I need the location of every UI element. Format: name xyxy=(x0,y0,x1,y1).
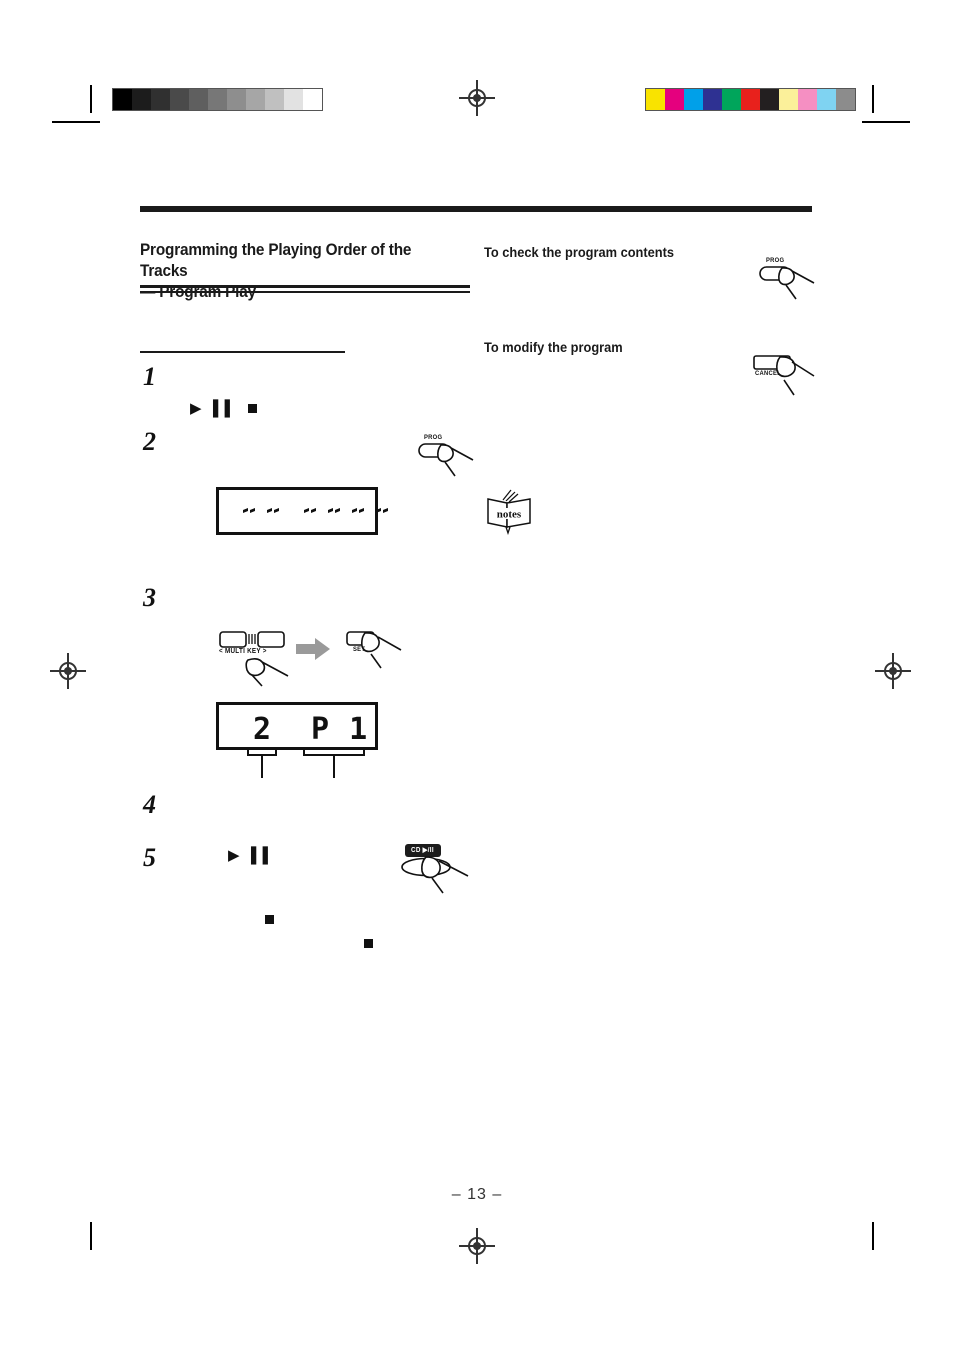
set-button-illustration[interactable]: SET xyxy=(345,630,405,682)
grayscale-swatch-5 xyxy=(208,89,227,110)
subheading-modify-program: To modify the program xyxy=(484,340,623,355)
grayscale-swatch-3 xyxy=(170,89,189,110)
crop-mark-top-left-v xyxy=(90,85,92,113)
color-swatch-3 xyxy=(703,89,722,110)
prog-button-label-step2: PROG xyxy=(424,434,443,441)
registration-target-right xyxy=(875,653,911,689)
grayscale-swatch-10 xyxy=(303,89,322,110)
cancel-button-label: CANCEL xyxy=(755,370,782,377)
lcd-dash-5 xyxy=(352,508,364,513)
grayscale-swatch-8 xyxy=(265,89,284,110)
lcd-dash-2 xyxy=(267,508,279,513)
callout-tick-track xyxy=(261,756,263,778)
set-button-label: SET xyxy=(353,646,366,653)
callout-tick-program xyxy=(333,756,335,778)
grayscale-calibration-strip xyxy=(112,88,323,111)
subheading-check-program: To check the program contents xyxy=(484,245,675,260)
grayscale-swatch-9 xyxy=(284,89,303,110)
grayscale-swatch-1 xyxy=(132,89,151,110)
grayscale-swatch-7 xyxy=(246,89,265,110)
color-swatch-7 xyxy=(779,89,798,110)
lcd-dash-3 xyxy=(304,508,316,513)
grayscale-swatch-2 xyxy=(151,89,170,110)
color-calibration-strip xyxy=(645,88,856,111)
page-title: Programming the Playing Order of the Tra… xyxy=(140,240,447,303)
grayscale-swatch-0 xyxy=(113,89,132,110)
step-number-5: 5 xyxy=(143,843,156,872)
manual-page: Programming the Playing Order of the Tra… xyxy=(0,0,954,1352)
registration-target-top xyxy=(459,80,495,116)
crop-mark-bottom-left-v xyxy=(90,1222,92,1250)
play-pause-symbol-step5: ▶ ▐▐ xyxy=(228,847,269,864)
notes-icon: notes xyxy=(484,489,534,540)
multi-key-button-label: < MULTI KEY > xyxy=(219,648,267,655)
prog-button-illustration-check[interactable]: PROG xyxy=(758,255,820,303)
grayscale-swatch-6 xyxy=(227,89,246,110)
color-swatch-10 xyxy=(836,89,855,110)
registration-target-left xyxy=(50,653,86,689)
notes-book-icon: notes xyxy=(487,489,531,536)
color-swatch-9 xyxy=(817,89,836,110)
title-underline-thin xyxy=(140,291,470,293)
crop-mark-top-right-v xyxy=(872,85,874,113)
arrow-right-glyph xyxy=(296,638,330,660)
color-swatch-2 xyxy=(684,89,703,110)
lcd-blank-segments xyxy=(243,508,391,513)
step-number-4: 4 xyxy=(143,790,156,819)
step-number-1: 1 xyxy=(143,362,156,391)
prog-button-label-check: PROG xyxy=(766,257,785,264)
lcd-program-indicator: P 1 xyxy=(311,712,369,747)
multi-key-button-illustration[interactable]: < MULTI KEY > xyxy=(218,630,298,687)
cancel-button-illustration[interactable]: CANCEL xyxy=(752,352,818,400)
lcd-display-step3: 2 P 1 xyxy=(216,702,378,750)
lcd-dash-6 xyxy=(376,508,388,513)
color-swatch-4 xyxy=(722,89,741,110)
stop-symbol-step5-a xyxy=(265,915,274,924)
arrow-right-icon xyxy=(296,638,330,665)
set-button-icon xyxy=(346,631,402,669)
multi-key-icon xyxy=(219,631,289,687)
lcd-dash-1 xyxy=(243,508,255,513)
grayscale-swatch-4 xyxy=(189,89,208,110)
page-number: – 13 – xyxy=(451,1186,503,1203)
color-swatch-6 xyxy=(760,89,779,110)
lcd-track-number: 2 xyxy=(253,712,273,747)
notes-icon-text: notes xyxy=(497,509,522,521)
header-rule xyxy=(140,206,812,212)
lcd-display-step2 xyxy=(216,487,388,535)
color-swatch-1 xyxy=(665,89,684,110)
cd-play-pause-button-illustration[interactable]: CD ▶/II xyxy=(401,843,472,899)
prog-button-illustration-step2[interactable]: PROG xyxy=(415,432,479,480)
step-section-rule xyxy=(140,351,345,353)
crop-mark-bottom-right-v xyxy=(872,1222,874,1250)
color-swatch-0 xyxy=(646,89,665,110)
callout-bracket-program xyxy=(303,748,365,756)
stop-symbol-step5-b xyxy=(364,939,373,948)
lcd-dash-4 xyxy=(328,508,340,513)
crop-mark-top-right-h xyxy=(862,121,910,123)
play-pause-symbol-step1: ▶ ▐▐ xyxy=(190,400,231,417)
page-title-line1: Programming the Playing Order of the Tra… xyxy=(140,241,412,280)
cd-play-pause-button-label: CD ▶/II xyxy=(411,846,434,854)
crop-mark-top-left-h xyxy=(52,121,100,123)
color-swatch-8 xyxy=(798,89,817,110)
stop-symbol-step1 xyxy=(248,404,257,413)
step-number-3: 3 xyxy=(143,583,156,612)
color-swatch-5 xyxy=(741,89,760,110)
step-number-2: 2 xyxy=(143,427,156,456)
registration-target-bottom xyxy=(459,1228,495,1264)
callout-bracket-track xyxy=(247,748,277,756)
title-underline-thick xyxy=(140,285,470,288)
